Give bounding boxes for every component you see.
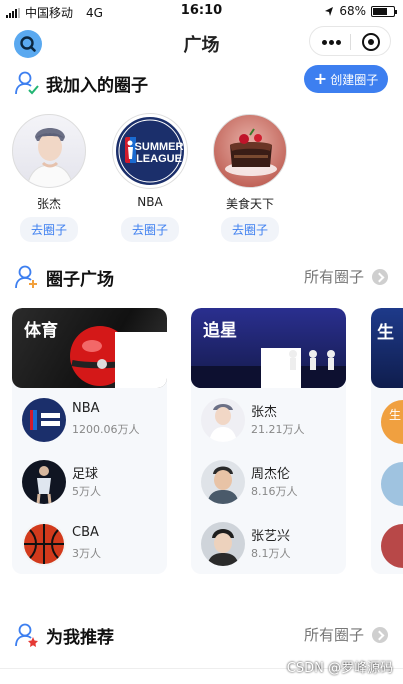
football-avatar — [22, 460, 66, 504]
status-bar: 中国移动 4G 16:10 68% — [0, 0, 403, 22]
avatar — [201, 398, 245, 442]
plaza-header: 圈子广场 所有圈子 — [14, 262, 394, 292]
item-member-count: 21.21万人 — [251, 423, 305, 436]
item-name: 张艺兴 — [251, 529, 291, 544]
create-circle-button[interactable]: + 创建圈子 — [304, 65, 388, 93]
circle-list-item[interactable]: CBA 3万人 — [22, 520, 162, 570]
circle-avatar-zhangjie — [12, 114, 86, 188]
more-dots-icon — [322, 40, 327, 45]
circle-name: NBA — [137, 195, 163, 209]
item-member-count: 1200.06万人 — [72, 423, 140, 436]
user-star-icon — [15, 623, 38, 647]
basketball-icon — [22, 522, 66, 566]
item-member-count: 8.16万人 — [251, 485, 298, 498]
plaza-card-partial[interactable]: 生 生 — [371, 308, 403, 574]
nba-logo — [22, 398, 66, 442]
plus-icon: + — [313, 69, 328, 88]
plaza-card-sports[interactable]: 体育 NBA 1200.06万人 足球 5万人 CBA 3万人 — [12, 308, 167, 574]
create-circle-label: 创建圈子 — [330, 72, 379, 87]
circle-list-item[interactable]: 张杰 21.21万人 — [201, 396, 341, 446]
all-circles-label: 所有圈子 — [303, 268, 364, 286]
chevron-right-icon — [372, 626, 388, 643]
more-menu-button[interactable] — [316, 31, 348, 51]
user-add-icon — [15, 265, 37, 289]
item-name: 张杰 — [251, 405, 278, 420]
card-banner: 追星 — [191, 308, 346, 388]
circle-name: 美食天下 — [225, 197, 274, 211]
location-icon — [325, 6, 334, 16]
circle-list-item[interactable]: 足球 5万人 — [22, 458, 162, 508]
logo-line-league: LEAGUE — [136, 153, 182, 165]
chevron-right-icon — [372, 268, 388, 285]
all-circles-link[interactable]: 所有圈子 — [304, 266, 388, 287]
watermark: CSDN @罗峰源码 — [286, 661, 393, 676]
avatar — [201, 522, 245, 566]
circle-list-item[interactable]: 周杰伦 8.16万人 — [201, 458, 341, 508]
recommend-header: 为我推荐 所有圈子 — [14, 620, 394, 650]
goto-circle-button[interactable]: 去圈子 — [220, 217, 279, 242]
item-member-count: 5万人 — [72, 485, 101, 498]
circle-name: 张杰 — [36, 197, 61, 211]
my-circles-header: 我加入的圈子 + 创建圈子 — [14, 65, 394, 98]
close-miniprogram-button[interactable] — [362, 33, 380, 51]
circle-avatar-food — [213, 114, 287, 188]
my-circle-item[interactable]: 美食天下 去圈子 — [211, 114, 289, 242]
card-banner: 生 — [371, 308, 403, 388]
battery-percent: 68% — [339, 4, 366, 18]
my-circle-item[interactable]: SUMMER LEAGUE NBA 去圈子 — [111, 114, 189, 242]
item-member-count: 8.1万人 — [251, 547, 291, 560]
avatar — [381, 462, 403, 506]
user-check-icon — [15, 71, 39, 95]
card-title: 体育 — [24, 321, 58, 341]
item-name: 生 — [389, 408, 402, 422]
item-name: 周杰伦 — [251, 467, 291, 482]
my-circle-item[interactable]: 张杰 去圈子 — [10, 114, 88, 242]
circle-list-item[interactable]: 张艺兴 8.1万人 — [201, 520, 341, 570]
battery-icon — [371, 5, 397, 17]
plaza-title: 圈子广场 — [46, 270, 114, 290]
nba-summer-league-logo: SUMMER LEAGUE — [113, 114, 187, 188]
logo-line-summer: SUMMER — [135, 141, 184, 153]
item-name: CBA — [72, 525, 99, 540]
goto-circle-button[interactable]: 去圈子 — [19, 217, 78, 242]
avatar — [201, 460, 245, 504]
all-circles-link[interactable]: 所有圈子 — [304, 624, 388, 645]
goto-circle-button[interactable]: 去圈子 — [120, 217, 179, 242]
nav-bar: 广场 — [0, 26, 403, 60]
my-circles-title: 我加入的圈子 — [46, 76, 148, 96]
item-name: NBA — [72, 401, 100, 416]
recommend-title: 为我推荐 — [46, 628, 114, 648]
card-title: 生 — [377, 323, 394, 343]
avatar — [381, 524, 403, 568]
card-banner: 体育 — [12, 308, 167, 388]
avatar: 生 — [381, 400, 403, 444]
item-name: 足球 — [72, 467, 99, 482]
mini-program-capsule — [309, 26, 391, 56]
circle-list-item[interactable]: NBA 1200.06万人 — [22, 396, 162, 446]
plaza-card-stars[interactable]: 追星 张杰 21.21万人 周杰伦 8.16万人 张艺兴 8.1万人 — [191, 308, 346, 574]
card-title: 追星 — [203, 321, 237, 341]
all-circles-label: 所有圈子 — [303, 626, 364, 644]
item-member-count: 3万人 — [72, 547, 101, 560]
